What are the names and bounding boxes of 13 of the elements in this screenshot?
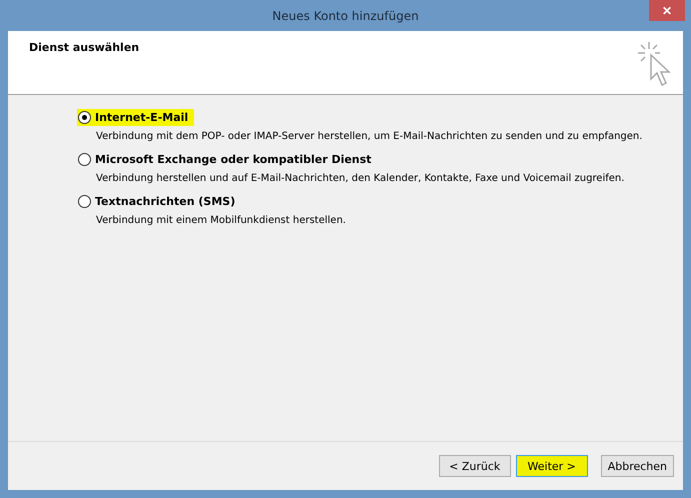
radio-option[interactable]: Microsoft Exchange oder kompatibler Dienst [77, 151, 378, 168]
option-description: Verbindung mit dem POP- oder IMAP-Server herstellen, um E-Mail-Nachrichten zu senden und zu empfangen. [96, 131, 644, 142]
dialog-button[interactable]: Abbrechen [600, 455, 674, 477]
radio-option[interactable]: Textnachrichten (SMS) [77, 193, 242, 210]
dialog-button[interactable]: Weiter > [516, 455, 588, 477]
option-description: Verbindung mit einem Mobilfunkdienst herstellen. [96, 215, 347, 226]
dialog-button[interactable]: < Zurück [438, 455, 511, 477]
cursor-icon [637, 41, 673, 87]
window-title: Neues Konto hinzufügen [272, 8, 419, 22]
close-button[interactable]: ✕ [649, 0, 685, 21]
radio-option[interactable]: Internet-E-Mail [77, 109, 194, 126]
header-title: Dienst auswählen [29, 41, 140, 56]
option-description: Verbindung herstellen und auf E-Mail-Nachrichten, den Kalender, Kontakte, Faxe und Voicemail zugreifen. [96, 173, 626, 184]
